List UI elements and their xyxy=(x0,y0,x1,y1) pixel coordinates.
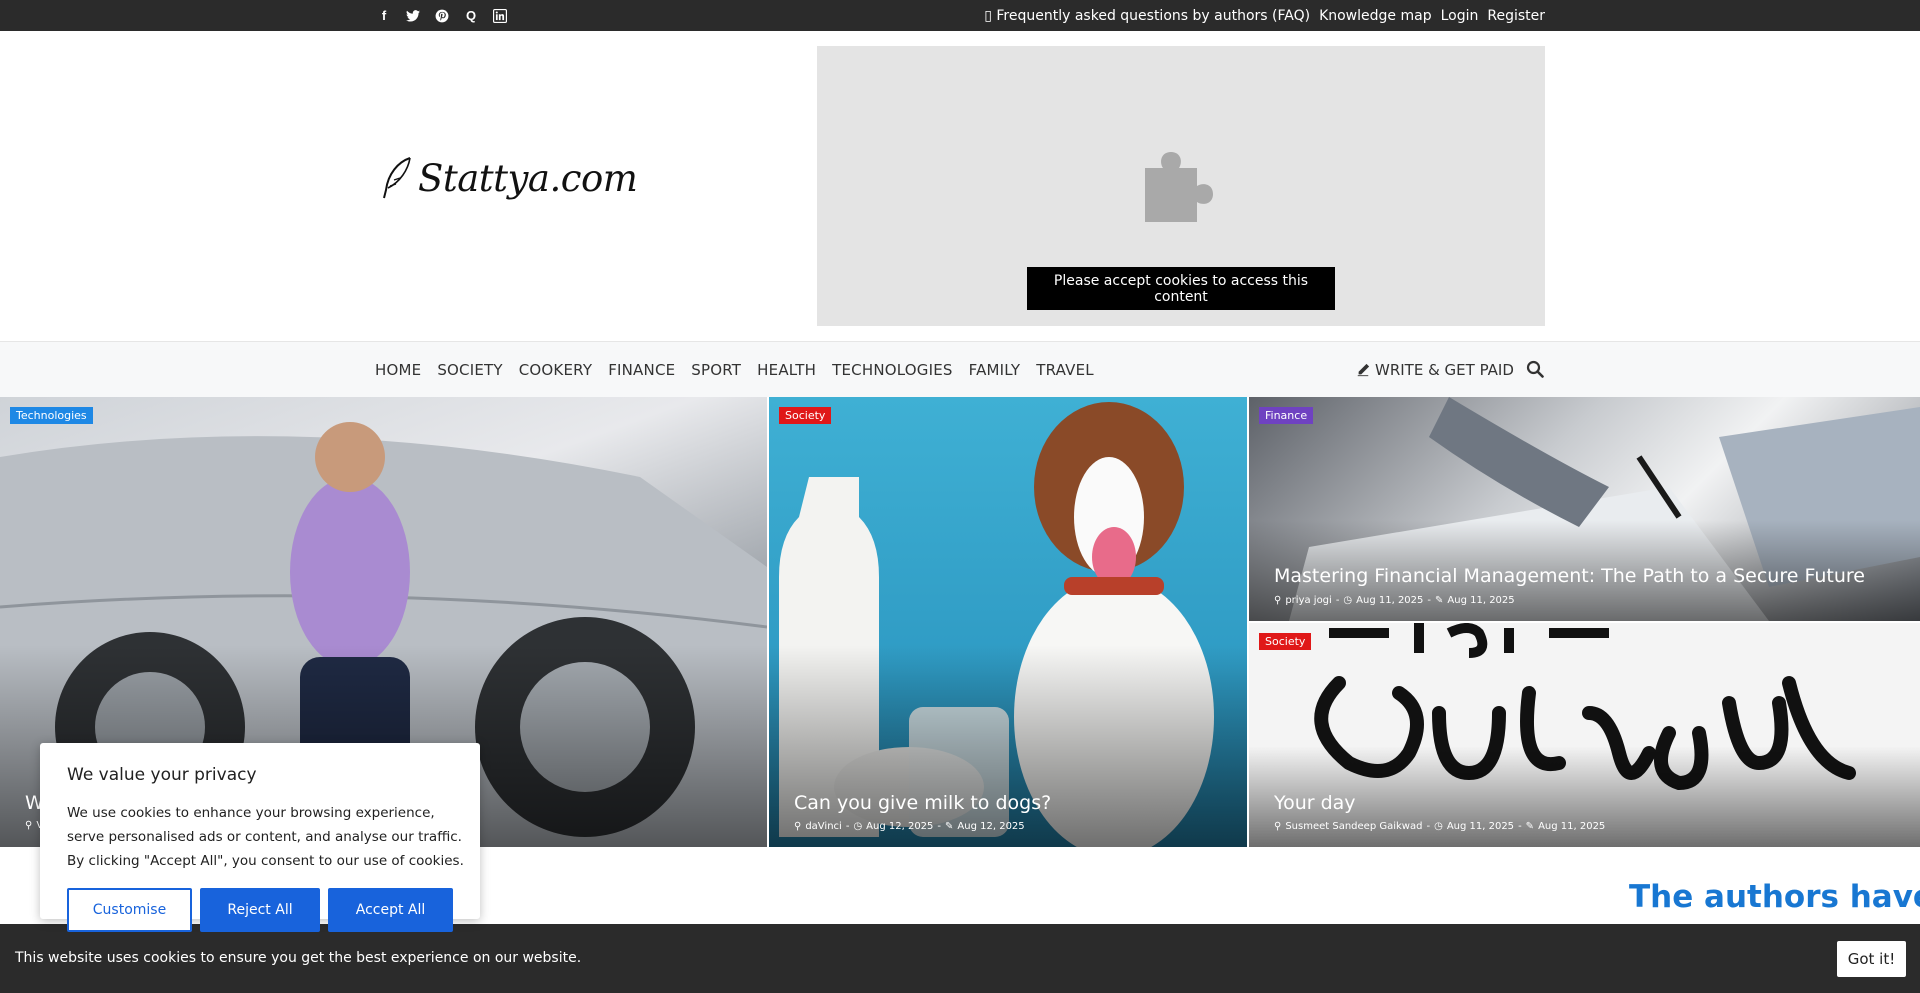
clock-icon: ◷ xyxy=(853,821,863,832)
card-title[interactable]: Mastering Financial Management: The Path… xyxy=(1274,565,1865,587)
user-icon: ⚲ xyxy=(1274,595,1282,606)
user-icon: ⚲ xyxy=(1274,821,1282,832)
nav-home[interactable]: HOME xyxy=(375,361,421,379)
nav-items: HOME SOCIETY COOKERY FINANCE SPORT HEALT… xyxy=(375,342,1094,398)
quora-icon[interactable]: Q xyxy=(463,8,479,24)
top-links: ▯ Frequently asked questions by authors … xyxy=(984,0,1545,31)
card-shade xyxy=(769,644,1247,847)
nav-society[interactable]: SOCIETY xyxy=(437,361,502,379)
write-get-paid-link[interactable]: WRITE & GET PAID xyxy=(1356,342,1514,398)
social-links: f Q xyxy=(376,0,508,31)
linkedin-icon[interactable] xyxy=(492,8,508,24)
nav-finance[interactable]: FINANCE xyxy=(608,361,675,379)
facebook-icon[interactable]: f xyxy=(376,8,392,24)
knowledge-map-link[interactable]: Knowledge map xyxy=(1319,8,1432,24)
twitter-icon[interactable] xyxy=(405,8,421,24)
nav-technologies[interactable]: TECHNOLOGIES xyxy=(832,361,953,379)
category-badge[interactable]: Technologies xyxy=(10,407,93,424)
privacy-body: We use cookies to enhance your browsing … xyxy=(67,805,464,869)
category-badge[interactable]: Finance xyxy=(1259,407,1314,424)
edit-icon: ✎ xyxy=(945,821,954,832)
logo-text: Stattya.com xyxy=(418,156,638,200)
user-icon: ⚲ xyxy=(25,820,33,831)
card-meta: ⚲ priya jogi - ◷ Aug 11, 2025 - ✎ Aug 11, 202… xyxy=(1274,595,1515,606)
clock-icon: ◷ xyxy=(1434,821,1443,832)
privacy-consent-dialog: We value your privacy We use cookies to … xyxy=(40,743,480,932)
card-meta: ⚲ daVinci - ◷ Aug 12, 2025 - ✎ Aug 12, 2025 xyxy=(794,821,1025,832)
featured-card-society-your-day[interactable]: Society Your day ⚲ Susmeet Sandeep Gaikwa… xyxy=(1249,623,1920,847)
pencil-icon xyxy=(1357,363,1370,377)
nav-health[interactable]: HEALTH xyxy=(757,361,816,379)
accept-all-button[interactable]: Accept All xyxy=(328,888,453,932)
privacy-title: We value your privacy xyxy=(67,765,257,785)
nav-family[interactable]: FAMILY xyxy=(969,361,1021,379)
card-meta: ⚲ Susmeet Sandeep Gaikwad - ◷ Aug 11, 2025 … xyxy=(1274,821,1606,832)
main-nav: HOME SOCIETY COOKERY FINANCE SPORT HEALT… xyxy=(0,341,1920,397)
register-link[interactable]: Register xyxy=(1487,8,1545,24)
search-icon[interactable] xyxy=(1526,360,1544,378)
faq-link[interactable]: ▯ Frequently asked questions by authors … xyxy=(984,8,1310,24)
card-title[interactable]: Can you give milk to dogs? xyxy=(794,792,1051,814)
authors-headline: The authors have alr xyxy=(1629,879,1920,915)
user-icon: ⚲ xyxy=(794,821,802,832)
card-title[interactable]: Your day xyxy=(1274,792,1356,814)
puzzle-icon xyxy=(1145,152,1213,222)
nav-cookery[interactable]: COOKERY xyxy=(519,361,592,379)
login-link[interactable]: Login xyxy=(1441,8,1479,24)
nav-travel[interactable]: TRAVEL xyxy=(1036,361,1094,379)
reject-all-button[interactable]: Reject All xyxy=(200,888,320,932)
nav-sport[interactable]: SPORT xyxy=(691,361,741,379)
edit-icon: ✎ xyxy=(1525,821,1535,832)
featured-card-society-dogs[interactable]: Society Can you give milk to dogs? ⚲ daVi… xyxy=(769,397,1247,847)
category-badge[interactable]: Society xyxy=(779,407,832,424)
got-it-button[interactable]: Got it! xyxy=(1837,941,1906,977)
featured-card-finance[interactable]: Finance Mastering Financial Management: … xyxy=(1249,397,1920,621)
edit-icon: ✎ xyxy=(1435,595,1444,606)
question-icon: ▯ xyxy=(984,7,997,24)
feather-icon xyxy=(383,157,411,199)
top-bar: f Q ▯ Frequently asked questions by auth… xyxy=(0,0,1920,31)
category-badge[interactable]: Society xyxy=(1259,633,1312,650)
cookie-bar-message: This website uses cookies to ensure you … xyxy=(15,950,582,966)
cookie-bar: This website uses cookies to ensure you … xyxy=(0,924,1920,993)
accept-cookies-content-button[interactable]: Please accept cookies to access this con… xyxy=(1027,267,1335,310)
customise-button[interactable]: Customise xyxy=(67,888,192,932)
pinterest-icon[interactable] xyxy=(434,8,450,24)
site-logo[interactable]: Stattya.com xyxy=(380,156,638,200)
ad-placeholder: Please accept cookies to access this con… xyxy=(817,46,1545,326)
clock-icon: ◷ xyxy=(1343,595,1353,606)
